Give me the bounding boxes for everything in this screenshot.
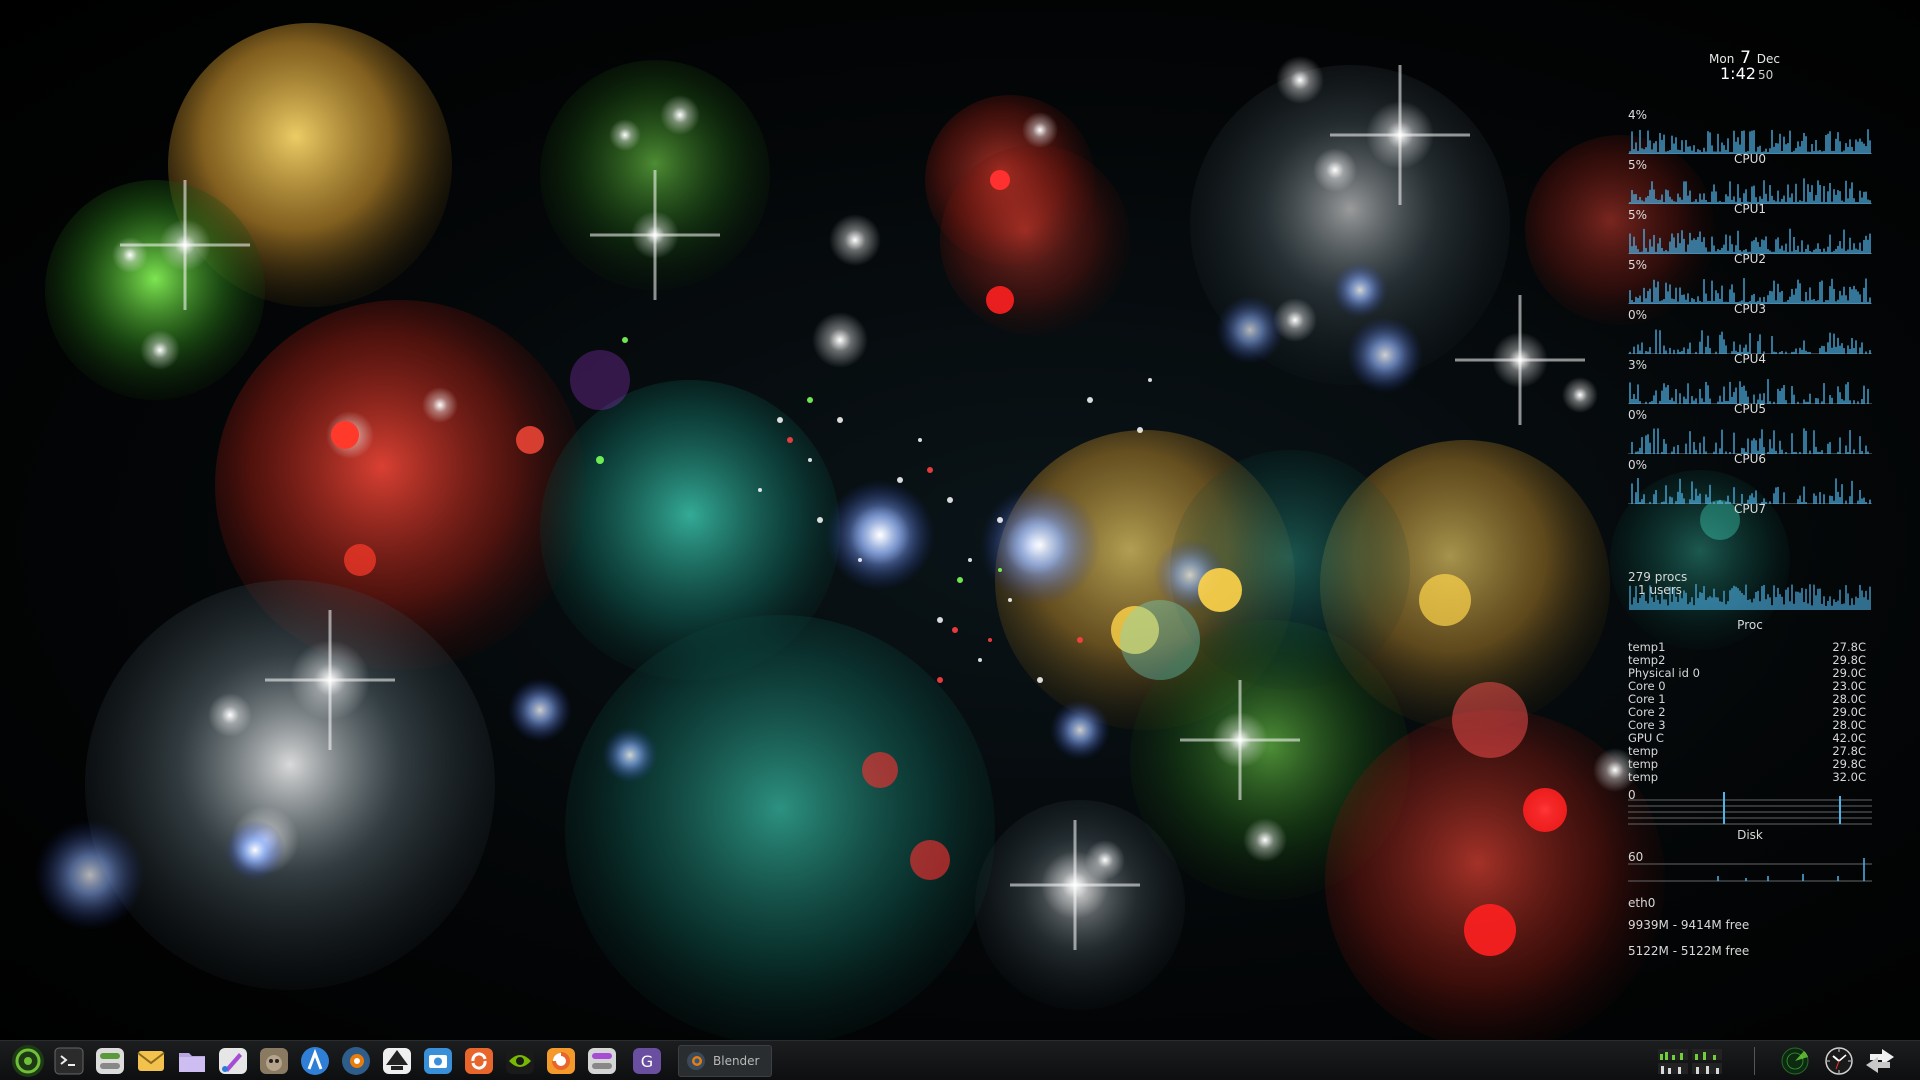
opensuse-menu-launcher[interactable] (12, 1045, 44, 1077)
clock-time: 1:42 50 (1720, 64, 1773, 83)
disk-percent: 0 (1628, 788, 1636, 802)
kdenlive-icon (301, 1047, 329, 1075)
memory-line-1: 9939M - 9414M free (1628, 918, 1750, 932)
disk-monitor: 0 Disk (1628, 788, 1872, 848)
file-manager-launcher[interactable] (176, 1045, 208, 1077)
gimp-launcher[interactable] (258, 1045, 290, 1077)
blender-task-icon (687, 1052, 705, 1070)
proc-count: 279 procs (1628, 570, 1688, 584)
cpu-monitor-7: 0% CPU7 (1628, 458, 1872, 519)
cpu-percent: 3% (1628, 358, 1648, 372)
toggle-launcher[interactable] (586, 1045, 618, 1077)
cpu-graph (1628, 329, 1872, 354)
nvidia-icon (506, 1048, 534, 1074)
firefox-launcher[interactable] (545, 1045, 577, 1077)
update-launcher[interactable] (463, 1045, 495, 1077)
gnome-extensions-launcher[interactable]: G (631, 1045, 663, 1077)
cpu-graph (1628, 478, 1872, 504)
task-button-blender[interactable]: Blender (678, 1045, 772, 1077)
temperature-row: temp 27.8C (1628, 745, 1866, 758)
network-transfer-icon[interactable] (1862, 1045, 1898, 1077)
file-manager-icon (179, 1053, 205, 1072)
kdenlive-launcher[interactable] (299, 1045, 331, 1077)
disk-graph (1628, 792, 1872, 825)
terminal-launcher[interactable] (53, 1045, 85, 1077)
cpu-graph (1628, 178, 1872, 204)
paint-brush-launcher[interactable] (217, 1045, 249, 1077)
blender-icon (342, 1047, 370, 1075)
update-icon (465, 1048, 493, 1074)
clock-seconds: 50 (1757, 68, 1774, 82)
temperature-name: temp (1628, 770, 1659, 784)
cpu-graph (1628, 129, 1872, 154)
screenshot-icon (424, 1048, 452, 1074)
desktop: Mon 7 Dec 1:42 50 4% CPU0 5% CPU1 5% CPU2 5% CPU… (0, 0, 1920, 1080)
nvidia-launcher[interactable] (504, 1045, 536, 1077)
network-graph (1628, 858, 1872, 882)
cpu-graph (1628, 278, 1872, 304)
temperature-row: temp 29.8C (1628, 758, 1866, 771)
cpu-percent: 5% (1628, 258, 1648, 272)
network-monitor: 60 (1628, 850, 1872, 900)
cpu-percent: 0% (1628, 408, 1648, 422)
mail-icon (137, 1051, 165, 1071)
cpu-percent: 0% (1628, 458, 1648, 472)
clock-applet-icon[interactable] (1822, 1045, 1856, 1077)
network-percent: 60 (1628, 850, 1644, 864)
cpu-percent: 0% (1628, 308, 1648, 322)
firefox-icon (547, 1048, 575, 1074)
mail-launcher[interactable] (135, 1045, 167, 1077)
system-load-indicator[interactable] (1658, 1045, 1726, 1077)
inkscape-icon (383, 1048, 411, 1074)
cpu-percent: 5% (1628, 158, 1648, 172)
screenshot-launcher[interactable] (422, 1045, 454, 1077)
temperature-row: GPU C 42.0C (1628, 732, 1866, 745)
task-title: Blender (713, 1054, 760, 1068)
paint-brush-icon (219, 1048, 247, 1074)
temperature-list: temp1 27.8C temp2 29.8C Physical id 0 29.0C Co… (1628, 641, 1866, 784)
svg-text:G: G (641, 1052, 653, 1071)
network-interface: eth0 (1628, 896, 1656, 910)
disk-label: Disk (1737, 828, 1763, 842)
temperature-value: 32.0C (1832, 770, 1866, 784)
opensuse-menu-icon (12, 1045, 44, 1077)
cpu-percent: 5% (1628, 208, 1648, 222)
cpu-graph (1628, 228, 1872, 254)
proc-label: Proc (1737, 618, 1763, 632)
system-monitor-widget: Mon 7 Dec 1:42 50 4% CPU0 5% CPU1 5% CPU2 5% CPU… (1624, 40, 1872, 970)
temperature-row: temp 32.0C (1628, 771, 1866, 784)
cpu-graph (1628, 428, 1872, 454)
clock-hours-minutes: 1:42 (1720, 64, 1756, 83)
memory-line-2: 5122M - 5122M free (1628, 944, 1750, 958)
toggle-icon (588, 1048, 616, 1074)
cpu-label: CPU7 (1733, 502, 1767, 516)
gnome-extensions-icon: G (633, 1048, 661, 1074)
blender-launcher[interactable] (340, 1045, 372, 1077)
terminal-icon (54, 1047, 84, 1075)
tray-separator (1754, 1047, 1755, 1075)
cpu-graph (1628, 379, 1872, 404)
settings-switch-launcher[interactable] (94, 1045, 126, 1077)
gimp-icon (260, 1048, 288, 1074)
radar-indicator-icon[interactable] (1778, 1045, 1812, 1077)
cpu-percent: 4% (1628, 108, 1648, 122)
inkscape-launcher[interactable] (381, 1045, 413, 1077)
settings-switch-icon (96, 1048, 124, 1074)
taskbar: G Blender (0, 1040, 1920, 1080)
user-count: 1 users (1638, 583, 1682, 597)
proc-monitor: 279 procs 1 users Proc (1628, 570, 1872, 636)
